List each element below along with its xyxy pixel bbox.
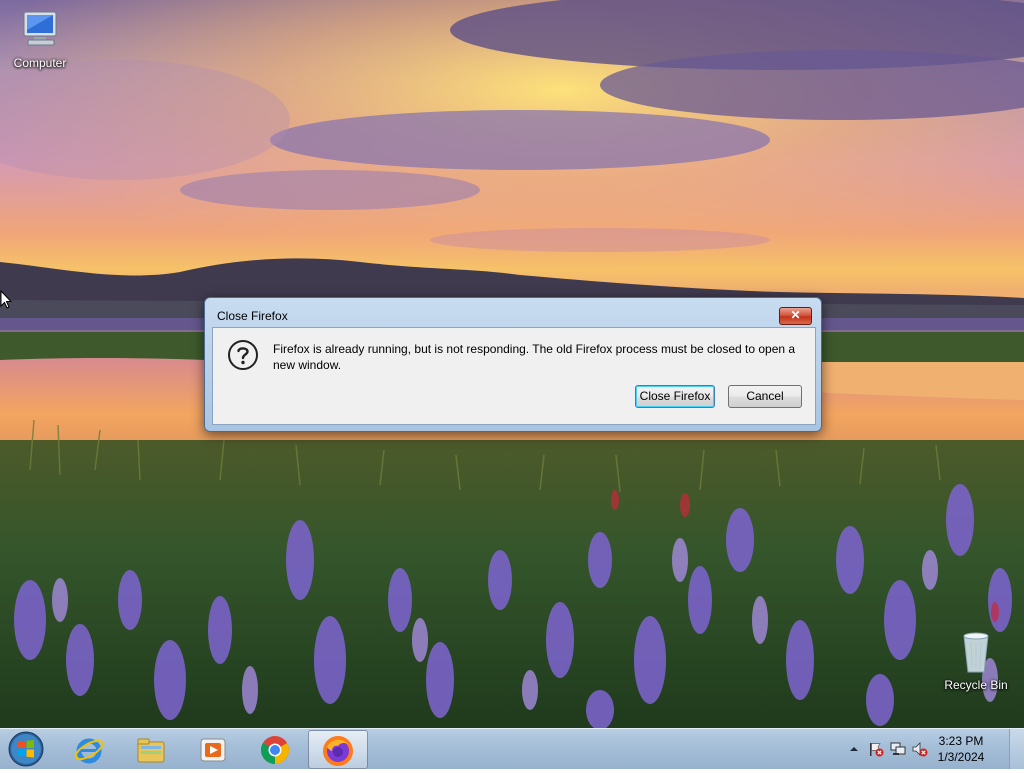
desktop-icon-label: Computer	[13, 56, 67, 70]
firefox-icon	[323, 736, 353, 766]
dialog-title: Close Firefox	[217, 309, 288, 323]
network-icon[interactable]	[890, 741, 906, 757]
taskbar: 3:23 PM 1/3/2024	[0, 728, 1024, 769]
media-player-icon	[200, 738, 226, 762]
dialog-body: Firefox is already running, but is not r…	[212, 327, 816, 425]
taskbar-chrome[interactable]	[246, 730, 304, 767]
show-hidden-icons-chevron[interactable]	[846, 741, 862, 757]
taskbar-media-player[interactable]	[184, 730, 242, 767]
file-explorer-icon	[137, 738, 165, 763]
desktop-icon-computer[interactable]: Computer	[0, 6, 80, 70]
close-firefox-button[interactable]: Close Firefox	[635, 385, 715, 408]
clock-time: 3:23 PM	[938, 734, 984, 748]
action-center-flag-icon[interactable]	[868, 741, 884, 757]
clock-date: 1/3/2024	[937, 750, 985, 764]
dialog-message: Firefox is already running, but is not r…	[273, 342, 796, 372]
system-tray: 3:23 PM 1/3/2024	[844, 729, 1024, 769]
desktop-icon-recycle-bin[interactable]: Recycle Bin	[936, 628, 1016, 692]
mouse-cursor-icon	[0, 289, 13, 315]
close-firefox-dialog: Close Firefox ✕ Firefox is already runni…	[204, 297, 822, 432]
dialog-close-button[interactable]: ✕	[779, 307, 812, 325]
windows-start-icon	[8, 731, 44, 767]
chrome-icon	[261, 736, 289, 764]
internet-explorer-icon	[74, 738, 104, 764]
recycle-bin-icon	[952, 628, 1000, 676]
taskbar-clock[interactable]: 3:23 PM 1/3/2024	[926, 733, 996, 765]
taskbar-internet-explorer[interactable]	[60, 730, 118, 767]
taskbar-file-explorer[interactable]	[122, 730, 180, 767]
computer-icon	[16, 6, 64, 54]
start-button[interactable]	[6, 730, 46, 768]
cancel-button[interactable]: Cancel	[728, 385, 802, 408]
desktop-icon-label: Recycle Bin	[944, 678, 1008, 692]
question-icon	[227, 339, 259, 371]
taskbar-firefox[interactable]	[308, 730, 368, 769]
show-desktop-button[interactable]	[1009, 729, 1024, 769]
